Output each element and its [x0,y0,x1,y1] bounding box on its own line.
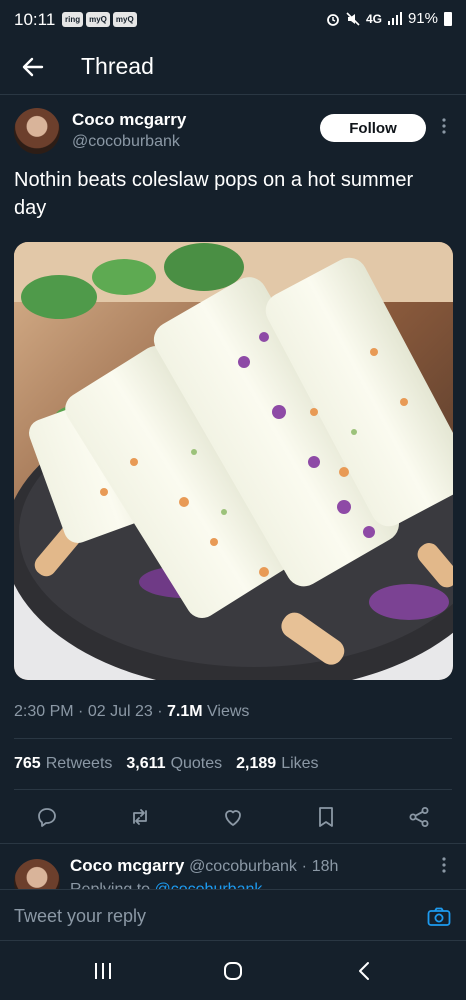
retweet-icon [133,809,147,825]
page-title: Thread [81,53,154,79]
retweets-label: Retweets [45,755,113,772]
bookmark-icon [319,807,333,827]
tweet-actions [0,800,466,836]
views-count: 7.1M [167,703,203,720]
myq-notification-icon: myQ [86,12,110,27]
likes-stat[interactable]: 2,189 Likes [236,755,318,773]
like-button[interactable] [218,800,248,834]
author-handle[interactable]: @cocoburbank [72,133,180,151]
battery-icon [444,11,452,26]
more-options-button[interactable] [437,118,451,138]
system-nav-bar [0,942,466,1000]
reply-avatar[interactable] [14,859,60,890]
retweet-button[interactable] [125,800,155,834]
likes-label: Likes [281,755,319,772]
coleslaw-popsicles-photo [14,242,453,680]
meta-separator: · [157,703,163,720]
reply-composer: Tweet your reply [0,889,466,941]
nav-back-button[interactable] [349,956,379,986]
notification-icons: ring myQ myQ [62,12,137,27]
reply-age: 18h [311,858,339,875]
like-icon [225,810,241,826]
retweets-stat[interactable]: 765 Retweets [14,755,112,773]
signal-icon [387,12,402,25]
divider [0,843,466,844]
more-icon [442,118,446,134]
recents-button[interactable] [88,956,118,986]
author-avatar[interactable] [14,108,60,154]
author-name[interactable]: Coco mcgarry [72,110,186,130]
nav-back-icon [359,962,369,980]
home-button[interactable] [218,956,248,986]
reply-button[interactable] [32,800,62,834]
myq-notification-icon: myQ [112,12,137,27]
reply-icon [38,808,56,827]
ring-notification-icon: ring [62,12,84,27]
quotes-stat[interactable]: 3,611 Quotes [126,755,222,773]
status-bar: 10:11 ring myQ myQ 4G 91% [0,0,466,40]
tweet-stats: 765 Retweets 3,611 Quotes 2,189 Likes [14,755,319,773]
camera-icon [427,907,451,926]
share-button[interactable] [404,800,434,834]
divider [14,789,452,790]
tweet-meta: 2:30 PM · 02 Jul 23 · 7.1M Views [14,703,249,721]
divider [14,738,452,739]
follow-button[interactable]: Follow [320,114,426,142]
views-label: Views [207,703,250,720]
status-indicators: 4G 91% [326,10,452,27]
back-arrow-icon [22,57,44,77]
reply-author-name[interactable]: Coco mcgarry [70,856,184,875]
tweet-date: 02 Jul 23 [87,703,153,720]
retweets-count: 765 [14,755,41,772]
camera-button[interactable] [427,907,451,927]
reply-more-button[interactable] [437,857,451,877]
likes-count: 2,189 [236,755,277,772]
share-icon [409,807,429,827]
network-type: 4G [365,11,382,26]
meta-separator: · [301,858,307,875]
recents-icon [95,963,111,979]
battery-percent: 91% [407,10,438,27]
tweet-time: 2:30 PM [14,703,74,720]
reply-tweet[interactable]: Coco mcgarry @cocoburbank · 18h Replying… [0,845,466,890]
quotes-label: Quotes [170,755,223,772]
meta-separator: · [78,703,84,720]
tweet-text: Nothin beats coleslaw pops on a hot summ… [14,169,414,219]
bookmark-button[interactable] [311,800,341,834]
back-button[interactable] [18,52,48,82]
reply-author-handle[interactable]: @cocoburbank [189,858,297,875]
alarm-icon [327,13,339,26]
reply-header: Coco mcgarry @cocoburbank · 18h [70,856,338,876]
reply-input[interactable]: Tweet your reply [14,906,146,927]
tweet-image[interactable] [14,242,453,680]
status-time: 10:11 [14,10,56,29]
app-header: Thread [0,40,466,95]
mute-icon [346,11,360,26]
more-icon [442,857,446,873]
quotes-count: 3,611 [126,755,166,772]
home-icon [224,962,242,980]
